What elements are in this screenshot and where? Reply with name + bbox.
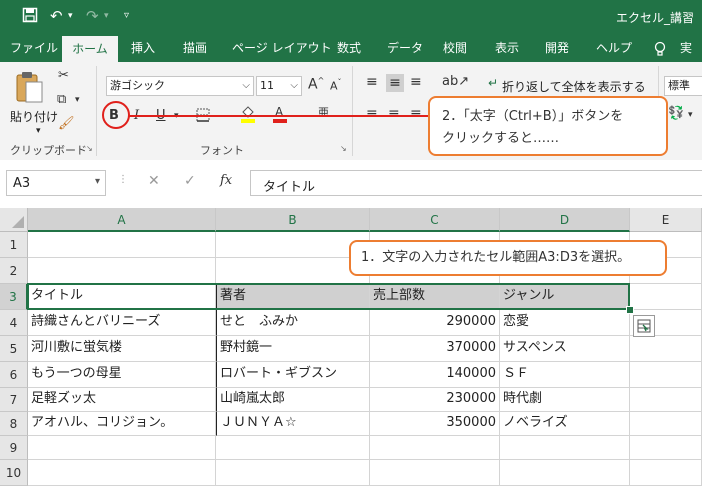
column-header-d[interactable]: D (500, 208, 630, 232)
cell-c5[interactable]: 370000 (370, 336, 500, 362)
cell-a7[interactable]: 足軽ズッ太 (28, 388, 216, 412)
select-all-corner[interactable] (0, 208, 28, 232)
row-header-7[interactable]: 7 (0, 388, 28, 412)
callout-step2-line1: 2．「太字（Ctrl+B）」ボタンを (442, 109, 624, 124)
row-header-3[interactable]: 3 (0, 284, 28, 310)
cell-a10[interactable] (28, 460, 216, 486)
cell-d10[interactable] (500, 460, 630, 486)
cell-a9[interactable] (28, 436, 216, 460)
cell-d6[interactable]: ＳＦ (500, 362, 630, 388)
row-header-9[interactable]: 9 (0, 436, 28, 460)
cell-a5[interactable]: 河川敷に蛍気楼 (28, 336, 216, 362)
cell-c8[interactable]: 350000 (370, 412, 500, 436)
cell-a3[interactable]: タイトル (28, 284, 216, 310)
cell-b8[interactable]: ＪＵＮＹＡ☆ (216, 412, 370, 436)
cell-b5[interactable]: 野村鏡一 (216, 336, 370, 362)
row-header-10[interactable]: 10 (0, 460, 28, 486)
cell-c7[interactable]: 230000 (370, 388, 500, 412)
fill-handle[interactable] (626, 306, 634, 314)
cell-a8[interactable]: アオハル、コリジョン。 (28, 412, 216, 436)
cell-c9[interactable] (370, 436, 500, 460)
cell-b6[interactable]: ロバート・ギブスン (216, 362, 370, 388)
cell-d4[interactable]: 恋愛 (500, 310, 630, 336)
cell-b9[interactable] (216, 436, 370, 460)
row-header-5[interactable]: 5 (0, 336, 28, 362)
cell-c4[interactable]: 290000 (370, 310, 500, 336)
cell-b4[interactable]: せと ふみか (216, 310, 370, 336)
name-box[interactable]: A3 ▾ (6, 170, 106, 196)
cell-c10[interactable] (370, 460, 500, 486)
cell-a6[interactable]: もう一つの母星 (28, 362, 216, 388)
cell-d7[interactable]: 時代劇 (500, 388, 630, 412)
chevron-down-icon[interactable]: ▾ (95, 176, 100, 187)
column-header-c[interactable]: C (370, 208, 500, 232)
cell-e10[interactable] (630, 460, 702, 486)
cell-b2[interactable] (216, 258, 370, 284)
cell-d9[interactable] (500, 436, 630, 460)
cell-d8[interactable]: ノベライズ (500, 412, 630, 436)
cell-c3[interactable]: 売上部数 (370, 284, 500, 310)
formula-bar: A3 ▾ ⋮ ✕ ✓ fx タイトル (0, 160, 702, 206)
cell-b1[interactable] (216, 232, 370, 258)
enter-check-icon[interactable]: ✓ (184, 173, 196, 189)
bold-highlight-circle (102, 101, 130, 129)
callout-step2-line2: クリックすると…… (442, 131, 560, 146)
cell-c6[interactable]: 140000 (370, 362, 500, 388)
cell-b3[interactable]: 著者 (216, 284, 370, 310)
cancel-icon[interactable]: ✕ (148, 173, 160, 189)
formula-input[interactable]: タイトル (250, 170, 702, 196)
instruction-callout-step1: 1．文字の入力されたセル範囲A3:D3を選択。 (349, 240, 667, 276)
column-header-a[interactable]: A (28, 208, 216, 232)
cell-b7[interactable]: 山崎嵐太郎 (216, 388, 370, 412)
column-header-b[interactable]: B (216, 208, 370, 232)
formula-content: タイトル (263, 180, 316, 195)
row-header-8[interactable]: 8 (0, 412, 28, 436)
row-header-6[interactable]: 6 (0, 362, 28, 388)
quick-analysis-icon[interactable] (633, 315, 655, 337)
row-header-2[interactable]: 2 (0, 258, 28, 284)
cell-e6[interactable] (630, 362, 702, 388)
row-header-4[interactable]: 4 (0, 310, 28, 336)
name-box-value: A3 (13, 176, 31, 191)
cell-e5[interactable] (630, 336, 702, 362)
cell-a4[interactable]: 詩織さんとバリニーズ (28, 310, 216, 336)
formula-bar-grip-icon: ⋮ (118, 174, 128, 185)
column-header-e[interactable]: E (630, 208, 702, 232)
cell-d5[interactable]: サスペンス (500, 336, 630, 362)
cell-e3[interactable] (630, 284, 702, 310)
cell-a1[interactable] (28, 232, 216, 258)
row-header-1[interactable]: 1 (0, 232, 28, 258)
cell-a2[interactable] (28, 258, 216, 284)
cell-d3[interactable]: ジャンル (500, 284, 630, 310)
cell-e8[interactable] (630, 412, 702, 436)
insert-function-icon[interactable]: fx (220, 173, 232, 188)
instruction-callout-step2: 2．「太字（Ctrl+B）」ボタンを クリックすると…… (428, 96, 668, 156)
cell-e7[interactable] (630, 388, 702, 412)
cell-e9[interactable] (630, 436, 702, 460)
cell-b10[interactable] (216, 460, 370, 486)
